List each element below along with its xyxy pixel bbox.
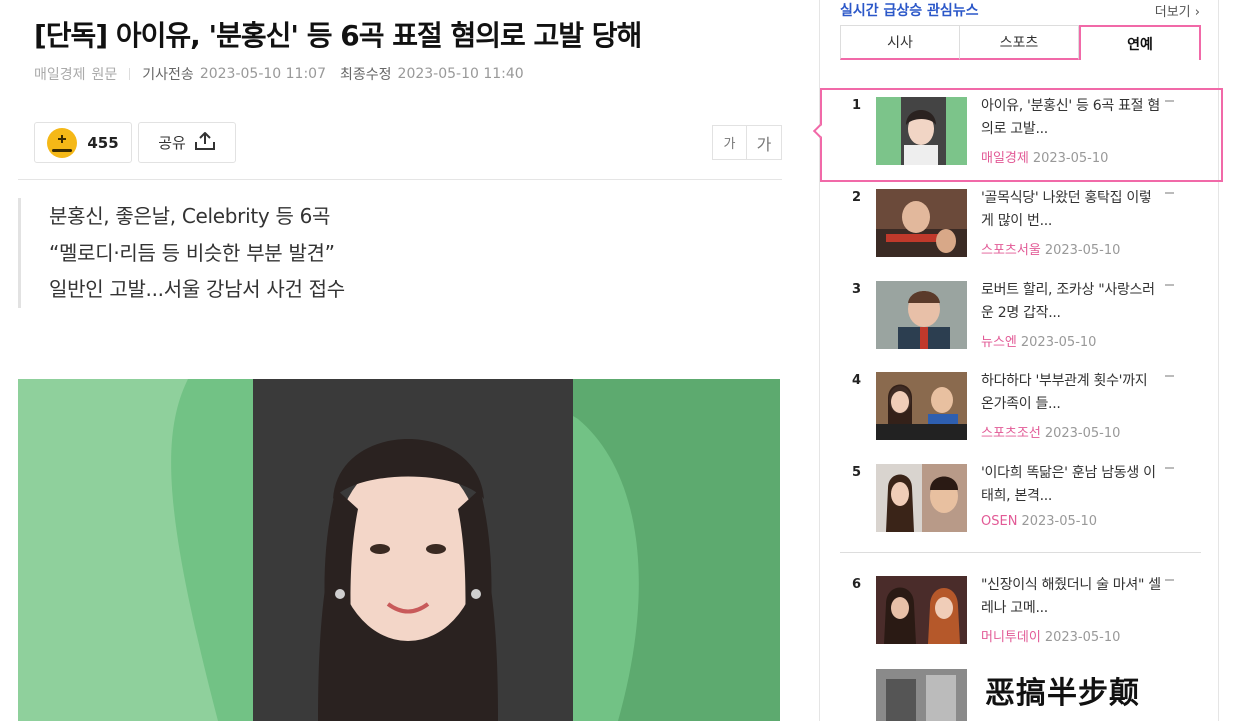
news-date: 2023-05-10 <box>1044 630 1121 645</box>
divider <box>18 179 782 180</box>
article-photo <box>18 379 780 721</box>
meta-divider <box>129 68 131 80</box>
news-thumbnail[interactable] <box>876 669 967 721</box>
share-label: 공유 <box>158 134 186 152</box>
news-date: 2023-05-10 <box>1044 426 1121 441</box>
news-date: 2023-05-10 <box>1020 335 1097 350</box>
news-thumbnail[interactable] <box>876 97 967 165</box>
tab-politics[interactable]: 시사 <box>840 25 960 60</box>
rank-change-icon <box>1165 467 1174 469</box>
news-item[interactable]: 3 로버트 할리, 조카상 "사랑스러운 2명 갑작... 뉴스엔 2023-05… <box>820 272 1220 363</box>
reaction-count: 455 <box>87 133 119 152</box>
rank-number: 4 <box>852 373 862 388</box>
news-item[interactable]: 1 아이유, '분홍신' 등 6곡 표절 혐의로 고발... 매일경제 2023-… <box>812 88 1223 182</box>
reaction-button[interactable]: 455 <box>34 122 132 163</box>
watermark-text: 恶搞半步颠 <box>985 676 1140 711</box>
sidebar-divider <box>840 552 1201 553</box>
trending-sidebar: 실시간 급상승 관심뉴스 더보기 › 시사 스포츠 연예 1 아이유, '분홍신… <box>812 0 1223 721</box>
news-headline[interactable]: "신장이식 해줬더니 술 마셔" 셀레나 고메... <box>981 574 1161 620</box>
news-headline[interactable]: 로버트 할리, 조카상 "사랑스러운 2명 갑작... <box>981 279 1161 325</box>
share-upload-icon <box>194 131 216 155</box>
news-publisher: OSEN <box>981 514 1018 529</box>
sent-label: 기사전송 <box>142 67 194 83</box>
news-item[interactable]: 6 "신장이식 해줬더니 술 마셔" 셀레나 고메... 머니투데이 2023-0… <box>820 567 1220 658</box>
news-thumbnail[interactable] <box>876 576 967 644</box>
modified-label: 최종수정 <box>340 67 392 83</box>
news-item[interactable]: 5 '이다희 똑닮은' 훈남 남동생 이태희, 본격... OSEN 2023-0… <box>820 455 1220 546</box>
article-title: [단독] 아이유, '분홍신' 등 6곡 표절 혐의로 고발 당해 <box>34 19 642 52</box>
reaction-icon <box>47 127 78 158</box>
news-thumbnail[interactable] <box>876 464 967 532</box>
summary-line: “멜로디·리듬 등 비슷한 부분 발견” <box>49 240 335 265</box>
font-size-controls: 가 가 <box>712 125 782 160</box>
more-link[interactable]: 더보기 › <box>1155 1 1200 20</box>
rank-number: 2 <box>852 190 862 205</box>
article-actions: 455 공유 <box>34 122 236 163</box>
sidebar-header: 실시간 급상승 관심뉴스 더보기 › <box>840 0 1200 20</box>
pointer-arrow <box>812 123 828 139</box>
rank-number: 1 <box>852 98 862 113</box>
chevron-right-icon: › <box>1190 4 1200 20</box>
news-source: 스포츠조선 2023-05-10 <box>981 422 1120 441</box>
news-headline[interactable]: 아이유, '분홍신' 등 6곡 표절 혐의로 고발... <box>981 95 1161 141</box>
rank-number: 6 <box>852 577 862 592</box>
category-tabs: 시사 스포츠 연예 <box>840 25 1201 60</box>
modified-date: 2023-05-10 11:40 <box>397 66 524 82</box>
summary-line: 분홍신, 좋은날, Celebrity 등 6곡 <box>49 204 331 228</box>
news-publisher: 스포츠조선 <box>981 426 1041 441</box>
news-publisher: 매일경제 <box>981 151 1029 166</box>
news-thumbnail[interactable] <box>876 189 967 257</box>
original-link[interactable]: 원문 <box>92 64 118 84</box>
rank-change-icon <box>1165 284 1174 286</box>
sent-date: 2023-05-10 11:07 <box>199 66 326 82</box>
news-headline[interactable]: 하다하다 '부부관계 횟수'까지 온가족이 들... <box>981 370 1161 416</box>
article-source[interactable]: 매일경제 <box>34 64 86 84</box>
article-summary: 분홍신, 좋은날, Celebrity 등 6곡 “멜로디·리듬 등 비슷한 부… <box>18 198 782 308</box>
news-publisher: 스포츠서울 <box>981 243 1041 258</box>
news-source: 스포츠서울 2023-05-10 <box>981 239 1120 258</box>
rank-change-icon <box>1165 579 1174 581</box>
rank-change-icon <box>1165 375 1174 377</box>
news-source: 머니투데이 2023-05-10 <box>981 626 1120 645</box>
share-button[interactable]: 공유 <box>138 122 236 163</box>
sidebar-title: 실시간 급상승 관심뉴스 <box>840 3 979 19</box>
news-thumbnail[interactable] <box>876 372 967 440</box>
tab-sports[interactable]: 스포츠 <box>960 25 1079 60</box>
more-label: 더보기 <box>1154 4 1191 20</box>
article-meta: 매일경제 원문 기사전송 2023-05-10 11:07 최종수정 2023-… <box>34 64 524 84</box>
summary-line: 일반인 고발...서울 강남서 사건 접수 <box>49 277 345 301</box>
news-date: 2023-05-10 <box>1044 243 1121 258</box>
news-headline[interactable]: '골목식당' 나왔던 홍탁집 이렇게 많이 번... <box>981 187 1161 233</box>
font-larger-button[interactable]: 가 <box>747 125 782 160</box>
news-source: 뉴스엔 2023-05-10 <box>981 331 1096 350</box>
news-publisher: 뉴스엔 <box>981 335 1017 350</box>
rank-number: 3 <box>852 282 862 297</box>
rank-change-icon <box>1165 192 1174 194</box>
news-item[interactable]: 2 '골목식당' 나왔던 홍탁집 이렇게 많이 번... 스포츠서울 2023-0… <box>820 180 1220 271</box>
news-date: 2023-05-10 <box>1032 151 1109 166</box>
news-item[interactable]: 4 하다하다 '부부관계 횟수'까지 온가족이 들... 스포츠조선 2023-0… <box>820 363 1220 454</box>
news-publisher: 머니투데이 <box>981 630 1041 645</box>
font-smaller-button[interactable]: 가 <box>712 125 747 160</box>
news-thumbnail[interactable] <box>876 281 967 349</box>
news-source: OSEN 2023-05-10 <box>981 514 1097 529</box>
news-source: 매일경제 2023-05-10 <box>981 147 1108 166</box>
rank-change-icon <box>1165 100 1174 102</box>
article: [단독] 아이유, '분홍신' 등 6곡 표절 혐의로 고발 당해 매일경제 원… <box>0 0 800 721</box>
news-date: 2023-05-10 <box>1021 514 1097 529</box>
rank-number: 5 <box>852 465 862 480</box>
news-headline[interactable]: '이다희 똑닮은' 훈남 남동생 이태희, 본격... <box>981 462 1161 508</box>
tab-entertainment[interactable]: 연예 <box>1079 25 1201 60</box>
